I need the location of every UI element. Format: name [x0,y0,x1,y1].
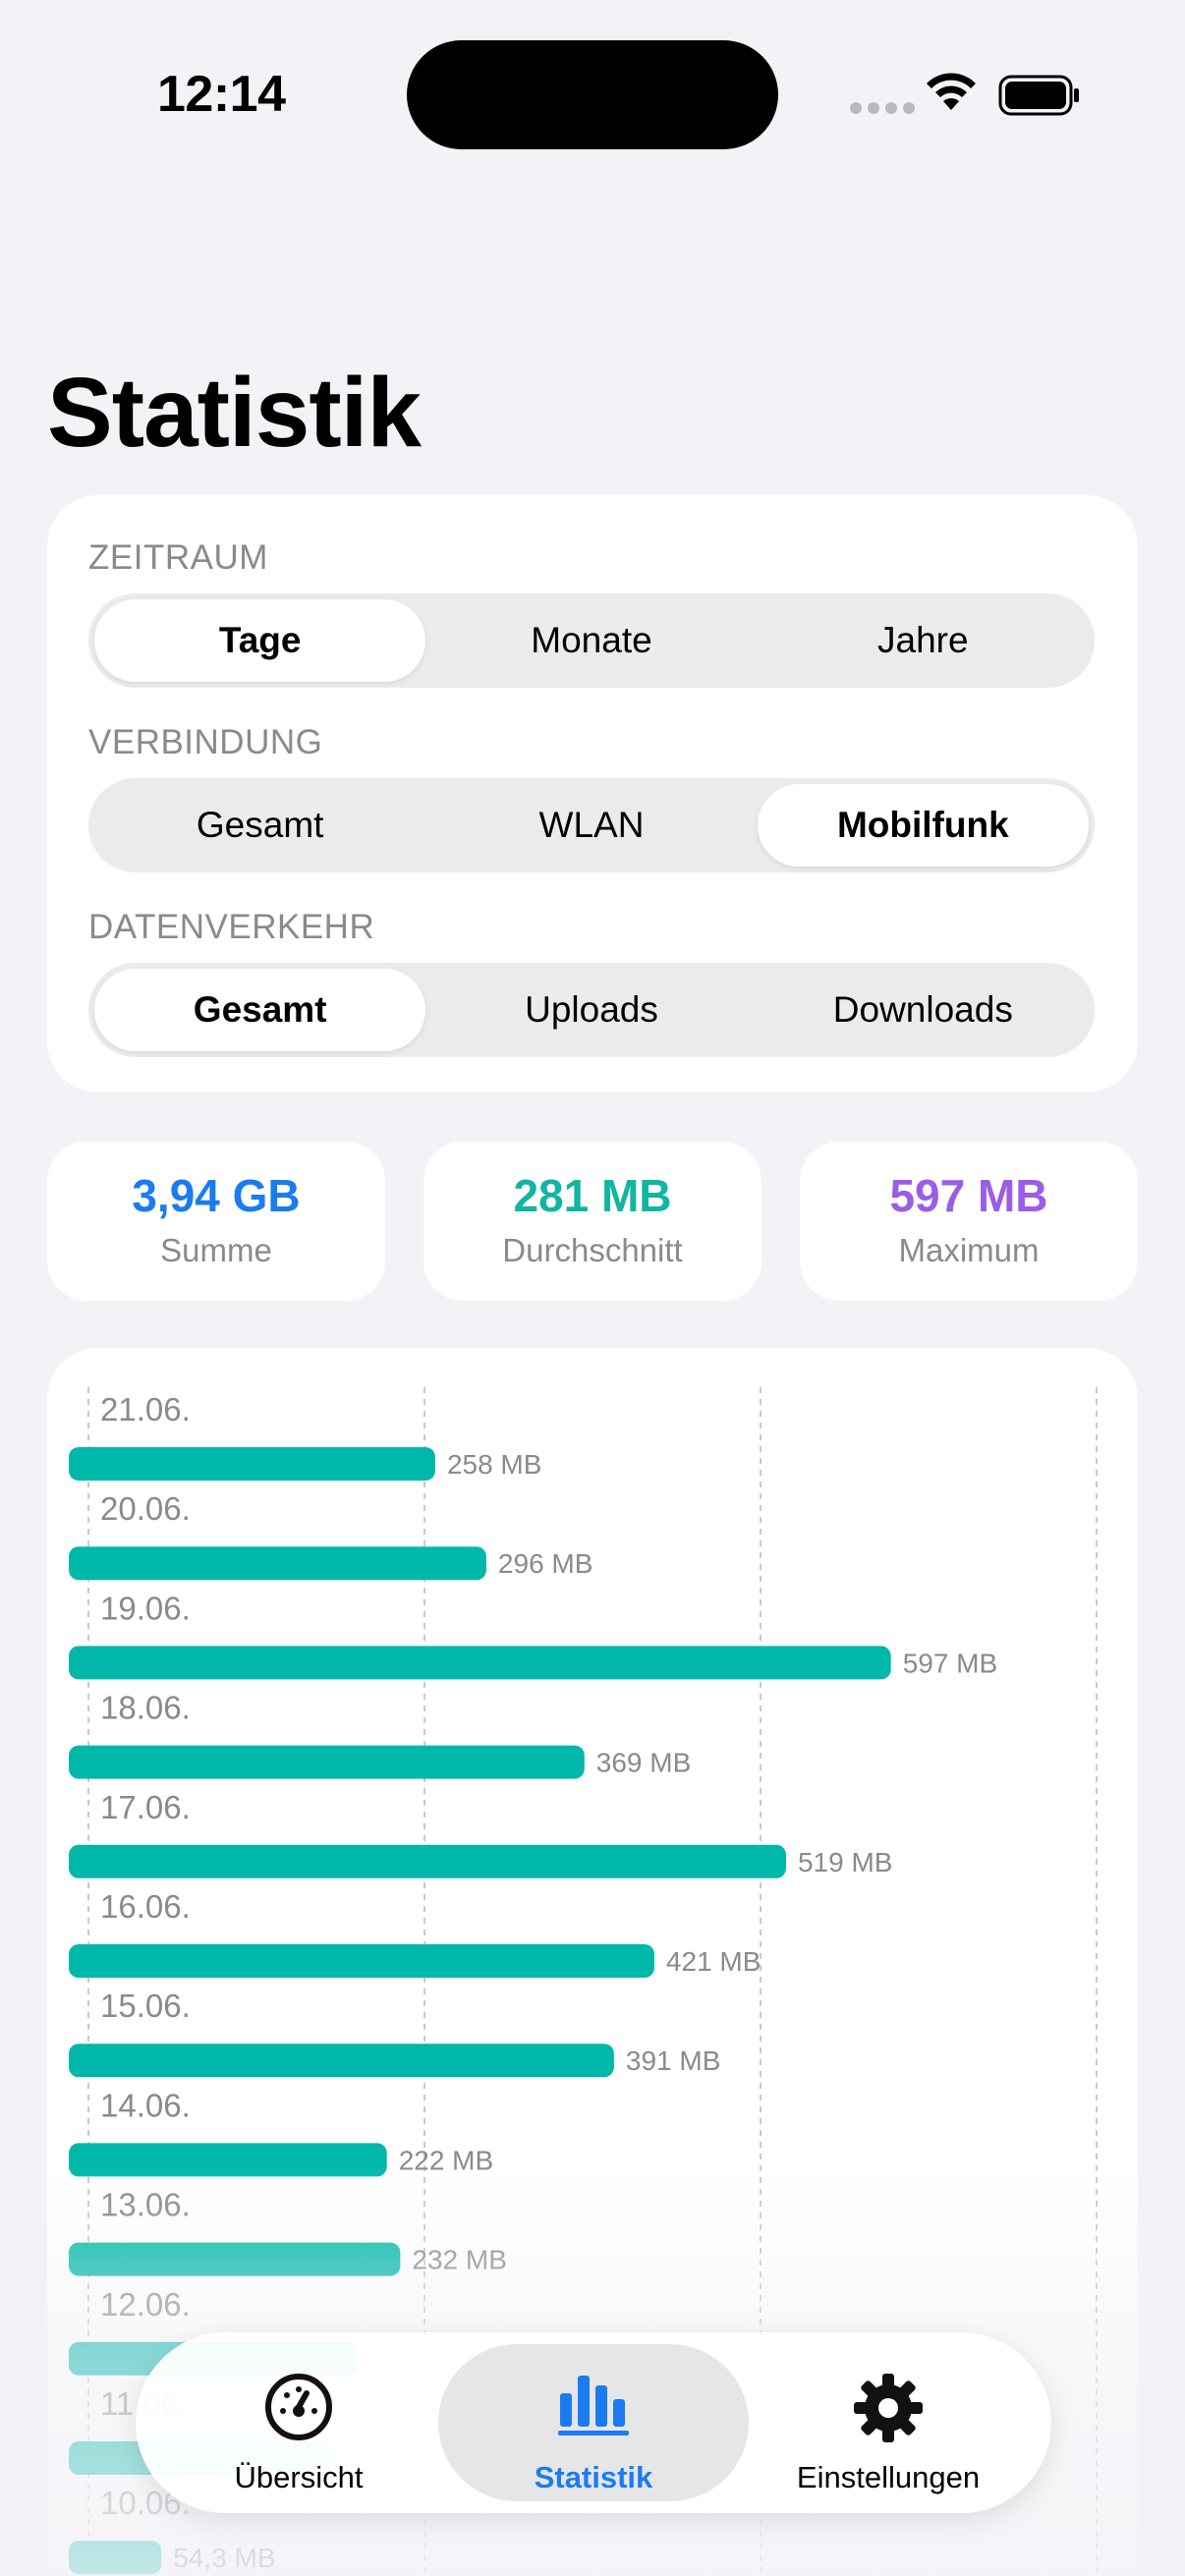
stat-average-label: Durchschnitt [502,1232,683,1268]
category-label: 20.06. [100,1490,191,1527]
tab-bar: Übersicht Statistik Einstellungen [136,2332,1051,2513]
datenverkehr-option-downloads[interactable]: Downloads [758,969,1089,1051]
category-label: 14.06. [100,2087,191,2123]
stat-average-value: 281 MB [513,1170,672,1221]
bar-value-label: 54,3 MB [173,2543,275,2573]
tab-statistik[interactable]: Statistik [438,2344,749,2501]
bar[interactable] [69,1546,486,1581]
verbindung-label: VERBINDUNG [88,723,323,761]
zeitraum-option-tage[interactable]: Tage [94,599,426,682]
bar[interactable] [69,2541,162,2575]
status-bar: 12:14 [0,0,1185,196]
verbindung-option-wlan[interactable]: WLAN [425,784,757,867]
bar-value-label: 222 MB [399,2145,494,2175]
dynamic-island [407,40,778,149]
bar[interactable] [69,2143,387,2177]
bar[interactable] [69,1745,585,1779]
bar[interactable] [69,1646,891,1680]
gear-icon [854,2374,923,2442]
bar[interactable] [69,2044,614,2078]
tab-einstellungen[interactable]: Einstellungen [733,2344,1044,2501]
category-label: 18.06. [100,1690,191,1726]
filter-card: ZEITRAUM Tage Monate Jahre VERBINDUNG Ge… [47,495,1138,1092]
verbindung-option-gesamt[interactable]: Gesamt [94,784,425,867]
tab-einstellungen-label: Einstellungen [796,2460,981,2494]
bar-value-label: 519 MB [798,1847,893,1877]
zeitraum-option-jahre[interactable]: Jahre [758,599,1089,682]
stat-card-sum: 3,94 GB Summe [47,1142,385,1301]
stat-maximum-label: Maximum [898,1232,1040,1268]
bar-chart-icon [558,2376,629,2436]
zeitraum-option-monate[interactable]: Monate [425,599,757,682]
cellular-signal-icon [850,102,915,114]
tab-statistik-label: Statistik [534,2460,653,2494]
datenverkehr-label: DATENVERKEHR [88,908,375,946]
status-time: 12:14 [157,66,286,123]
verbindung-option-mobilfunk[interactable]: Mobilfunk [757,784,1089,867]
page-title: Statistik [47,358,422,468]
category-label: 19.06. [100,1590,191,1626]
tab-uebersicht-label: Übersicht [234,2460,364,2494]
category-label: 12.06. [100,2286,191,2323]
zeitraum-segmented-control: Tage Monate Jahre [88,593,1095,688]
bar-value-label: 597 MB [903,1648,998,1678]
stat-sum-label: Summe [160,1232,272,1268]
tab-uebersicht[interactable]: Übersicht [143,2344,454,2501]
datenverkehr-segmented-control: Gesamt Uploads Downloads [88,963,1095,1057]
bar[interactable] [69,1447,435,1481]
category-label: 17.06. [100,1789,191,1825]
bar-value-label: 391 MB [626,2045,721,2076]
stat-maximum-value: 597 MB [889,1170,1048,1221]
gauge-icon [265,2374,332,2440]
battery-icon [998,75,1079,116]
wifi-icon [927,73,976,110]
bar[interactable] [69,1944,654,1978]
verbindung-segmented-control: Gesamt WLAN Mobilfunk [88,778,1095,872]
zeitraum-label: ZEITRAUM [88,538,268,577]
bar-value-label: 421 MB [666,1946,762,1977]
datenverkehr-option-gesamt[interactable]: Gesamt [94,969,426,1051]
category-label: 15.06. [100,1988,191,2024]
category-label: 16.06. [100,1888,191,1925]
category-label: 21.06. [100,1391,191,1428]
datenverkehr-option-uploads[interactable]: Uploads [425,969,757,1051]
bar-value-label: 258 MB [447,1449,541,1480]
bar[interactable] [69,2242,401,2276]
bar-value-label: 296 MB [498,1548,592,1579]
bar-value-label: 369 MB [596,1748,692,1778]
stat-card-average: 281 MB Durchschnitt [423,1142,762,1301]
category-label: 13.06. [100,2187,191,2223]
stat-card-maximum: 597 MB Maximum [800,1142,1138,1301]
stat-sum-value: 3,94 GB [132,1170,301,1221]
bar-value-label: 232 MB [412,2245,506,2275]
bar[interactable] [69,1844,786,1878]
